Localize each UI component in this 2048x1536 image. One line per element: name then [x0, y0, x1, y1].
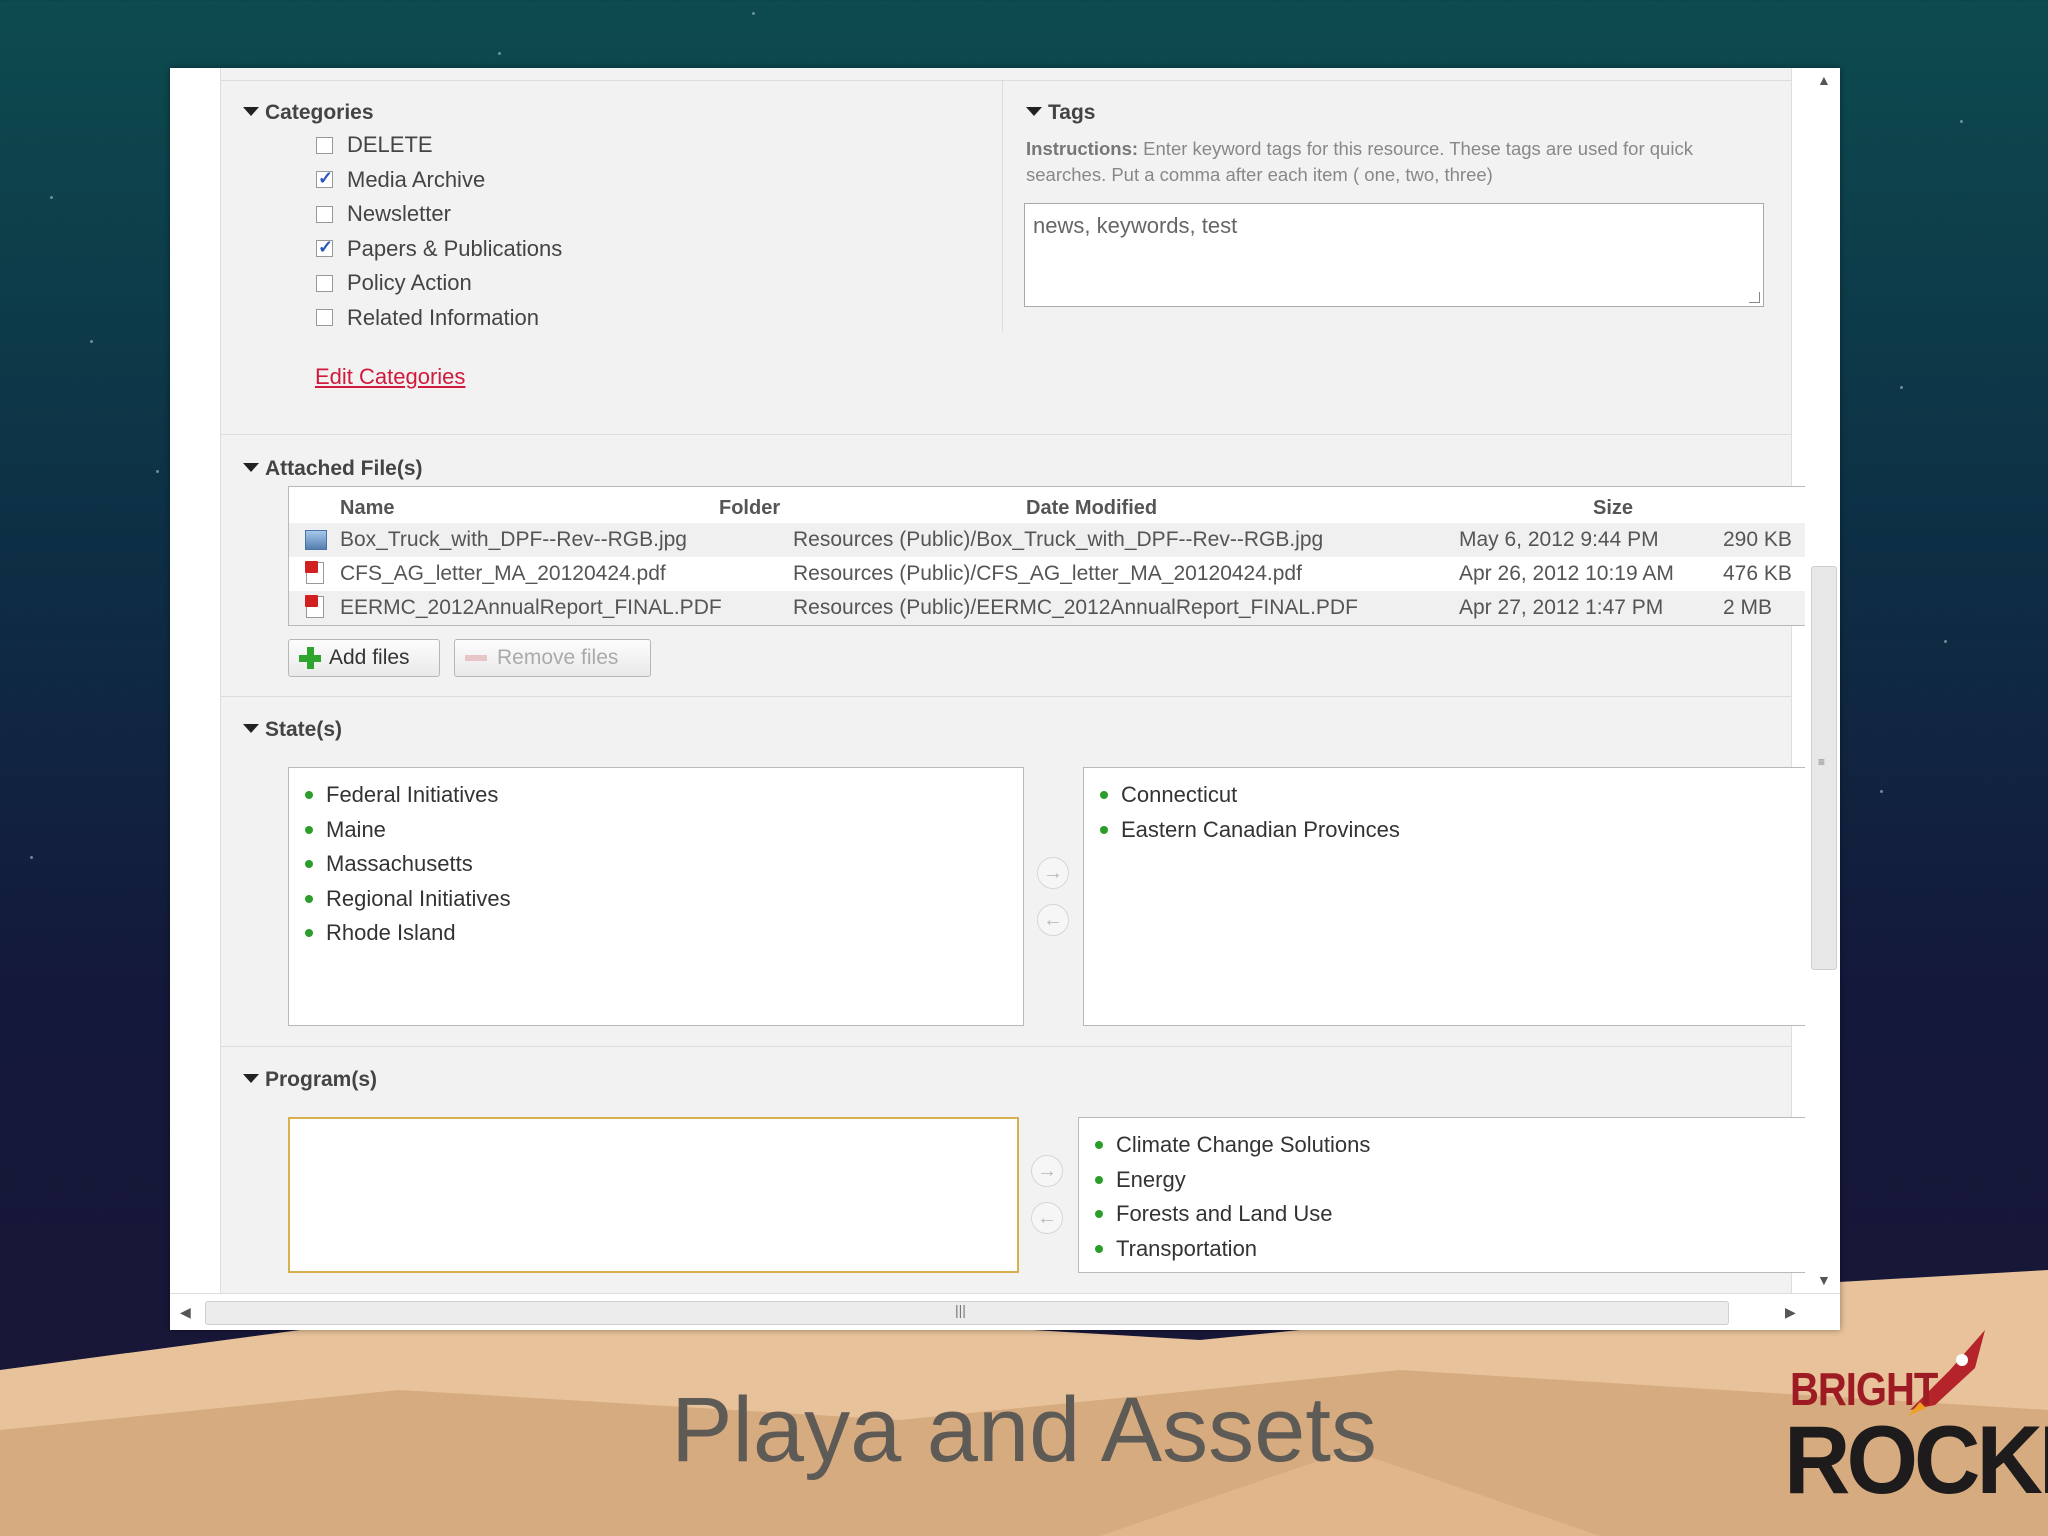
grip-icon: |||	[955, 1302, 966, 1318]
bullet-icon	[1095, 1210, 1103, 1219]
list-item[interactable]: Rhode Island	[305, 916, 1023, 951]
table-row[interactable]: CFS_AG_letter_MA_20120424.pdf Resources …	[289, 557, 1817, 591]
resource-form-panel: Categories DELETE Media Archive Newslett…	[220, 68, 1819, 1293]
category-checkbox[interactable]	[316, 309, 333, 327]
table-row[interactable]: EERMC_2012AnnualReport_FINAL.PDF Resourc…	[289, 591, 1817, 625]
move-right-arrow-icon[interactable]: →	[1031, 1155, 1063, 1187]
programs-selected-list[interactable]: Climate Change Solutions Energy Forests …	[1078, 1117, 1819, 1273]
category-item[interactable]: DELETE	[316, 128, 562, 163]
bullet-icon	[1095, 1244, 1103, 1253]
list-item[interactable]: Maine	[305, 813, 1023, 848]
scroll-up-arrow-icon[interactable]: ▲	[1817, 72, 1831, 88]
pdf-file-icon	[305, 595, 324, 618]
list-item[interactable]: Energy	[1095, 1163, 1818, 1198]
horizontal-scroll-thumb[interactable]	[205, 1301, 1729, 1325]
bullet-icon	[305, 791, 313, 800]
tags-header[interactable]: Tags	[1026, 101, 1095, 125]
list-item[interactable]: Regional Initiatives	[305, 882, 1023, 917]
tags-textarea[interactable]: news, keywords, test	[1024, 203, 1764, 307]
column-header-folder[interactable]: Folder	[719, 497, 780, 520]
attached-files-header[interactable]: Attached File(s)	[243, 457, 423, 481]
states-available-list[interactable]: Federal Initiatives Maine Massachusetts …	[288, 767, 1024, 1026]
bullet-icon	[1095, 1175, 1103, 1184]
bullet-icon	[1100, 791, 1108, 800]
list-item[interactable]: Transportation	[1095, 1232, 1818, 1267]
category-checkbox[interactable]	[316, 205, 333, 223]
edit-categories-link[interactable]: Edit Categories	[315, 364, 465, 390]
list-item[interactable]: Connecticut	[1100, 778, 1818, 813]
bright-rocket-logo: BRIGHT ROCKET	[1780, 1320, 2048, 1514]
category-item[interactable]: Related Information	[316, 301, 562, 336]
states-header[interactable]: State(s)	[243, 718, 342, 742]
list-item[interactable]: Forests and Land Use	[1095, 1197, 1818, 1232]
list-item[interactable]: Federal Initiatives	[305, 778, 1023, 813]
categories-header[interactable]: Categories	[243, 101, 374, 125]
add-files-button[interactable]: Add files	[288, 639, 440, 677]
programs-available-list[interactable]	[288, 1117, 1019, 1273]
scroll-right-arrow-icon[interactable]: ▶	[1785, 1304, 1796, 1321]
column-header-name[interactable]: Name	[340, 497, 394, 520]
column-header-date[interactable]: Date Modified	[1026, 497, 1157, 520]
list-item[interactable]: Climate Change Solutions	[1095, 1128, 1818, 1163]
vertical-scrollbar[interactable]: ▲ ≡ ▼	[1805, 68, 1840, 1293]
categories-list: DELETE Media Archive Newsletter Papers &…	[316, 128, 562, 335]
grip-icon: ≡	[1818, 755, 1826, 769]
column-header-size[interactable]: Size	[1593, 497, 1633, 520]
collapse-triangle-icon	[1026, 106, 1042, 116]
collapse-triangle-icon	[243, 1073, 259, 1083]
category-checkbox[interactable]	[316, 168, 333, 189]
category-checkbox[interactable]	[316, 274, 333, 292]
programs-header[interactable]: Program(s)	[243, 1068, 377, 1092]
category-checkbox[interactable]	[316, 237, 333, 258]
bullet-icon	[305, 825, 313, 834]
horizontal-scrollbar[interactable]: ◀ ||| ▶	[170, 1293, 1840, 1330]
states-selected-list[interactable]: Connecticut Eastern Canadian Provinces	[1083, 767, 1819, 1026]
app-window: Categories DELETE Media Archive Newslett…	[170, 68, 1840, 1330]
collapse-triangle-icon	[243, 462, 259, 472]
category-item[interactable]: Newsletter	[316, 197, 562, 232]
remove-files-button[interactable]: Remove files	[454, 639, 651, 677]
category-item[interactable]: Papers & Publications	[316, 232, 562, 267]
category-checkbox[interactable]	[316, 136, 333, 154]
bullet-icon	[1095, 1141, 1103, 1150]
plus-icon	[299, 647, 321, 669]
collapse-triangle-icon	[243, 723, 259, 733]
move-left-arrow-icon[interactable]: ←	[1031, 1202, 1063, 1234]
scroll-down-arrow-icon[interactable]: ▼	[1817, 1272, 1831, 1288]
move-left-arrow-icon[interactable]: ←	[1037, 904, 1069, 936]
list-item[interactable]: Eastern Canadian Provinces	[1100, 813, 1818, 848]
tags-instructions: Instructions: Enter keyword tags for thi…	[1026, 138, 1693, 185]
pdf-file-icon	[305, 561, 324, 584]
bullet-icon	[1100, 825, 1108, 834]
bullet-icon	[305, 860, 313, 869]
category-item[interactable]: Media Archive	[316, 163, 562, 198]
table-row[interactable]: Box_Truck_with_DPF--Rev--RGB.jpg Resourc…	[289, 523, 1817, 557]
logo-rocket: ROCKET	[1784, 1407, 2048, 1515]
category-item[interactable]: Policy Action	[316, 266, 562, 301]
minus-icon	[465, 655, 487, 661]
list-item[interactable]: Massachusetts	[305, 847, 1023, 882]
bullet-icon	[305, 929, 313, 938]
move-right-arrow-icon[interactable]: →	[1037, 857, 1069, 889]
image-file-icon	[305, 530, 327, 550]
scroll-left-arrow-icon[interactable]: ◀	[180, 1304, 191, 1321]
attached-files-table: Name Folder Date Modified Size Box_Truck…	[288, 486, 1818, 626]
bullet-icon	[305, 894, 313, 903]
slide-title: Playa and Assets	[671, 1379, 1377, 1481]
resize-handle-icon[interactable]	[1749, 292, 1760, 303]
collapse-triangle-icon	[243, 106, 259, 116]
